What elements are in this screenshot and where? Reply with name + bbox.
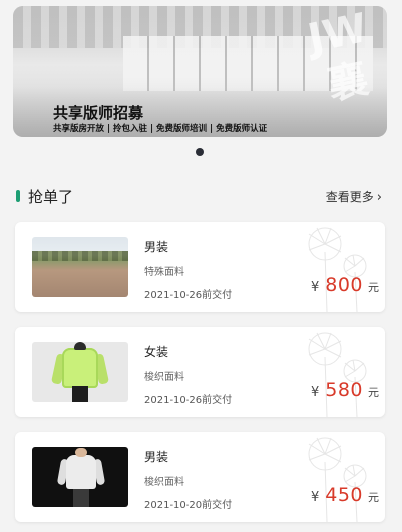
price-unit: 元 [368,386,379,399]
banner-title: 共享版师招募 [53,104,144,122]
order-thumbnail[interactable] [32,342,128,402]
carousel-indicator [196,148,204,156]
thumbnail-trees [32,251,128,261]
dandelion-decoration [308,332,367,417]
price-unit: 元 [368,281,379,294]
currency-symbol: ¥ [310,385,320,400]
order-card[interactable]: 男装 特殊面料 2021-10-26前交付 ¥800 元 [15,222,385,312]
order-fabric: 特殊面料 [144,267,184,278]
banner-subtitle: 共享版房开放 | 拎包入驻 | 免费版师培训 | 免费版师认证 [53,124,268,134]
section-accent-bar [16,190,20,202]
thumbnail-jacket [62,348,98,388]
order-fabric: 梭织面料 [144,477,184,488]
recruit-banner[interactable]: JW 襄 共享版师招募 共享版房开放 | 拎包入驻 | 免费版师培训 | 免费版师… [13,6,387,137]
order-garment-type: 男装 [144,450,169,464]
view-more-label: 查看更多 [325,190,374,204]
order-due-date: 2021-10-20前交付 [144,500,233,511]
currency-symbol: ¥ [310,280,320,295]
section-title: 抢单了 [28,188,74,206]
order-thumbnail[interactable] [32,447,128,507]
grab-orders-header: 抢单了 查看更多 › [16,186,386,206]
order-card[interactable]: 女装 梭织面料 2021-10-26前交付 ¥580 元 [15,327,385,417]
order-fabric: 梭织面料 [144,372,184,383]
order-thumbnail[interactable] [32,237,128,297]
dandelion-decoration [308,437,367,522]
view-more-link[interactable]: 查看更多 › [326,188,382,205]
dandelion-decoration [308,227,367,312]
order-price: ¥580 元 [311,379,379,401]
order-garment-type: 女装 [144,345,169,359]
order-due-date: 2021-10-26前交付 [144,290,233,301]
chevron-right-icon: › [376,190,382,205]
order-price: ¥800 元 [311,274,379,296]
order-price: ¥450 元 [311,484,379,506]
price-unit: 元 [368,491,379,504]
currency-symbol: ¥ [310,490,320,505]
price-amount: 580 [325,379,363,401]
price-amount: 800 [325,274,363,296]
order-card[interactable]: 男装 梭织面料 2021-10-20前交付 ¥450 元 [15,432,385,522]
carousel-dot-active[interactable] [196,148,204,156]
order-garment-type: 男装 [144,240,169,254]
order-due-date: 2021-10-26前交付 [144,395,233,406]
thumbnail-jacket [66,455,96,489]
price-amount: 450 [325,484,363,506]
